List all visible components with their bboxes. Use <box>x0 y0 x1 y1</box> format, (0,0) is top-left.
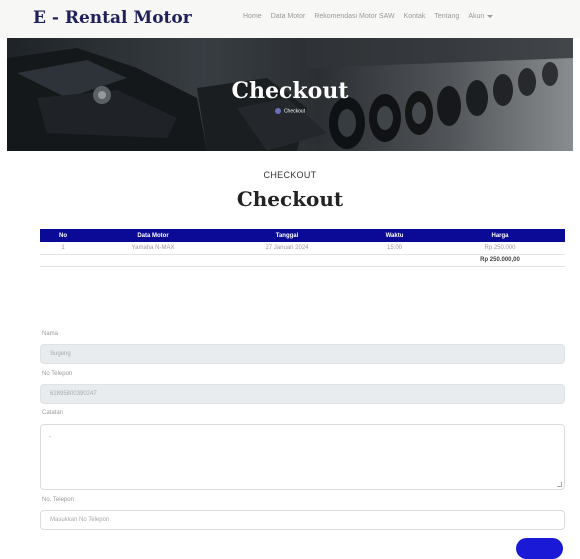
table-row: 1 Yamaha N-MAX 27 Januari 2024 15:00 Rp … <box>40 242 565 255</box>
nav-tentang[interactable]: Tentang <box>434 13 459 20</box>
col-header-tanggal: Tanggal <box>220 229 354 242</box>
catatan-label: Catatan <box>42 410 64 416</box>
nama-value: Sugeng <box>50 351 71 357</box>
cell-waktu: 15:00 <box>354 242 435 255</box>
nav-links: Home Data Motor Rekomendasi Motor SAW Ko… <box>243 13 494 20</box>
col-header-harga: Harga <box>435 229 565 242</box>
total-price: Rp 250.000,00 <box>435 254 565 267</box>
col-header-no: No <box>40 229 86 242</box>
nav-data-motor[interactable]: Data Motor <box>271 13 306 20</box>
cell-data-motor: Yamaha N-MAX <box>86 242 220 255</box>
breadcrumb-current: Checkout <box>283 108 306 115</box>
nav-rekomendasi[interactable]: Rekomendasi Motor SAW <box>314 13 394 20</box>
table-total-row: Rp 250.000,00 <box>40 254 565 267</box>
cell-no: 1 <box>40 242 86 255</box>
resize-handle-icon[interactable] <box>557 482 562 487</box>
catatan-value: - <box>49 434 51 440</box>
nav-akun-label: Akun <box>468 13 485 20</box>
page-title: Checkout <box>236 187 344 211</box>
catatan-textarea[interactable]: - <box>40 424 565 490</box>
submit-button[interactable] <box>516 538 563 559</box>
cell-harga: Rp 250.000 <box>435 242 565 255</box>
col-header-data-motor: Data Motor <box>86 229 220 242</box>
hero-title: Checkout <box>231 78 349 104</box>
telepon-label: No Telepon <box>42 371 73 377</box>
navbar: E - Rental Motor Home Data Motor Rekomen… <box>0 0 580 38</box>
nav-akun-dropdown[interactable]: Akun <box>468 13 494 20</box>
col-header-waktu: Waktu <box>354 229 435 242</box>
section-subtitle: CHECKOUT <box>263 170 317 180</box>
table-header-row: No Data Motor Tanggal Waktu Harga <box>40 229 565 242</box>
nama-label: Nama <box>42 331 59 337</box>
telepon2-label: No. Telepon <box>42 497 74 503</box>
nav-home[interactable]: Home <box>243 13 262 20</box>
breadcrumb: Checkout <box>7 108 573 114</box>
order-table: No Data Motor Tanggal Waktu Harga 1 Yama… <box>40 229 565 267</box>
nama-field[interactable]: Sugeng <box>40 344 565 364</box>
telepon2-input[interactable]: Masukkan No Telepon <box>40 510 565 530</box>
cell-tanggal: 27 Januari 2024 <box>220 242 354 255</box>
telepon-value: 62895800390247 <box>50 391 97 397</box>
nav-kontak[interactable]: Kontak <box>404 13 426 20</box>
home-icon[interactable] <box>274 108 281 114</box>
telepon2-placeholder: Masukkan No Telepon <box>50 517 110 523</box>
telepon-field[interactable]: 62895800390247 <box>40 384 565 404</box>
hero-banner: Checkout Checkout <box>7 38 573 151</box>
brand-logo[interactable]: E - Rental Motor <box>33 8 192 28</box>
chevron-down-icon <box>487 14 494 18</box>
